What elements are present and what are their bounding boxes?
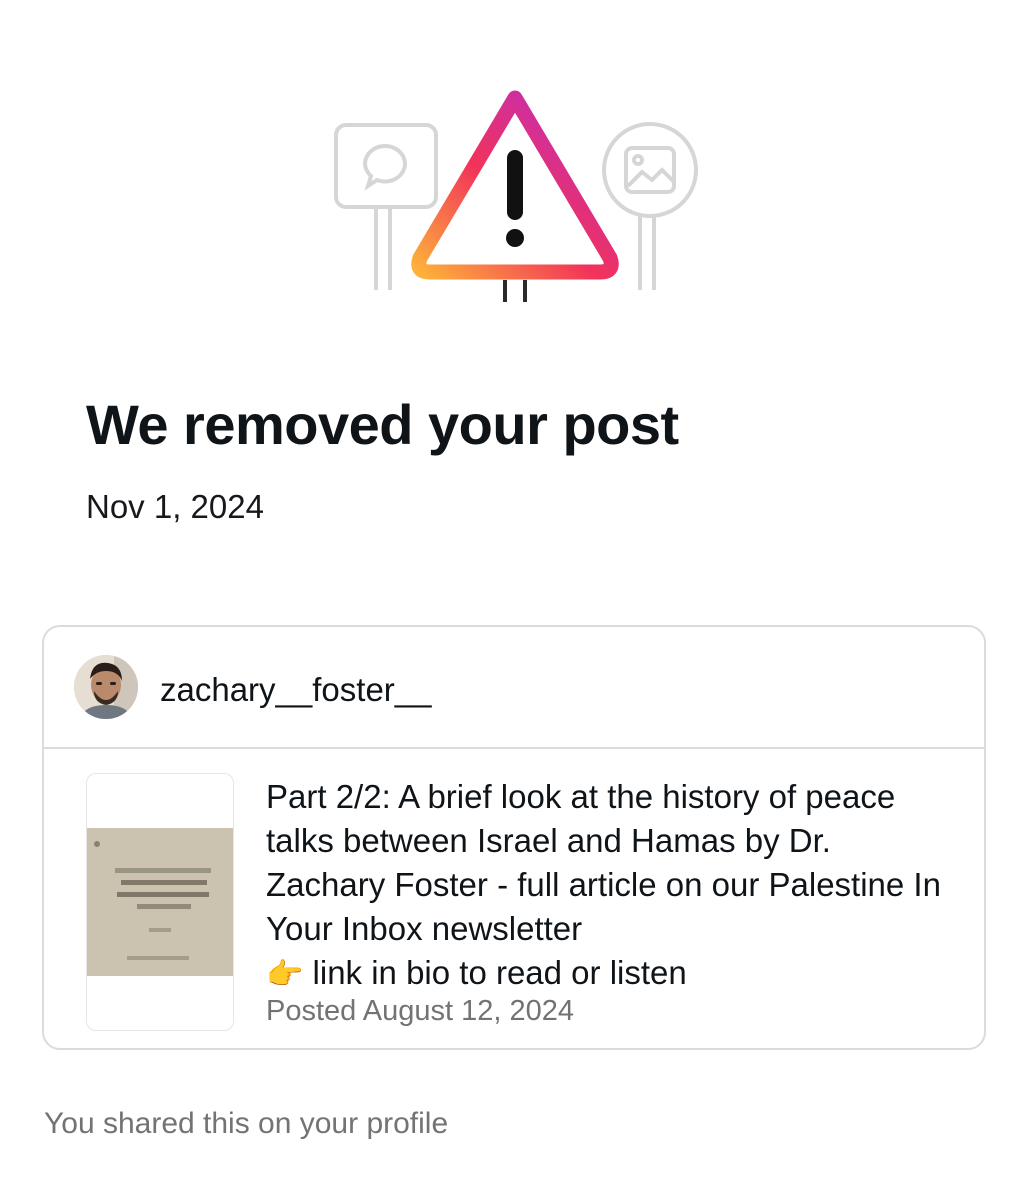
avatar[interactable] xyxy=(74,655,138,719)
caption-tail: link in bio to read or listen xyxy=(312,954,687,991)
post-author-header[interactable]: zachary__foster__ xyxy=(44,627,984,749)
warning-illustration xyxy=(320,80,720,320)
shared-location-note: You shared this on your profile xyxy=(44,1107,449,1140)
pointing-hand-icon: 👉 xyxy=(266,958,304,991)
newsletter-preview-image-icon xyxy=(87,828,233,976)
page-title: We removed your post xyxy=(86,393,679,456)
warning-triangle-icon xyxy=(334,90,698,302)
profile-photo-icon xyxy=(74,655,138,719)
removed-post-card[interactable]: zachary__foster__ Part 2/2: A brief look… xyxy=(42,625,986,1050)
posted-date: Posted August 12, 2024 xyxy=(266,995,574,1027)
caption-text: Part 2/2: A brief look at the history of… xyxy=(266,778,941,947)
post-caption: Part 2/2: A brief look at the history of… xyxy=(266,775,956,997)
author-username[interactable]: zachary__foster__ xyxy=(160,671,432,709)
post-thumbnail[interactable] xyxy=(86,773,234,1031)
removal-date: Nov 1, 2024 xyxy=(86,488,264,525)
